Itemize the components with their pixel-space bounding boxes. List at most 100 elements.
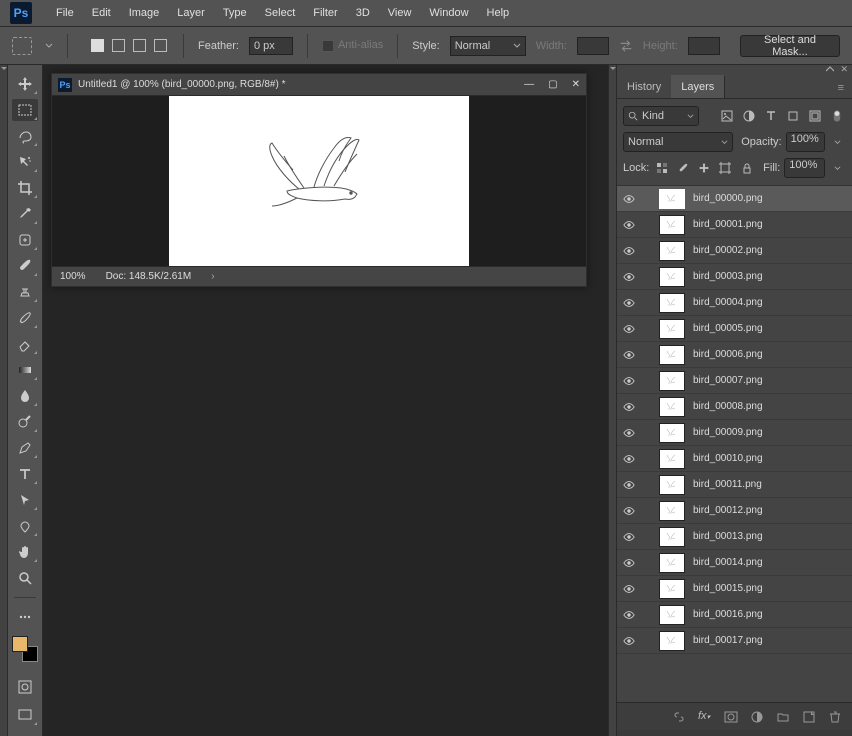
layer-thumbnail[interactable] [659, 631, 685, 651]
feather-input[interactable] [249, 37, 293, 55]
crop-tool[interactable] [12, 177, 38, 199]
new-selection-icon[interactable] [88, 37, 106, 55]
layer-row[interactable]: bird_00000.png [617, 186, 852, 212]
close-button[interactable]: ✕ [572, 79, 580, 90]
select-and-mask-button[interactable]: Select and Mask... [740, 35, 840, 57]
filter-shape-icon[interactable] [784, 107, 802, 125]
menu-filter[interactable]: Filter [313, 7, 337, 19]
layer-name[interactable]: bird_00001.png [693, 219, 763, 230]
visibility-icon[interactable] [623, 297, 635, 309]
visibility-icon[interactable] [623, 609, 635, 621]
menu-edit[interactable]: Edit [92, 7, 111, 19]
lock-all-icon[interactable] [738, 159, 755, 177]
menu-help[interactable]: Help [487, 7, 510, 19]
layer-row[interactable]: bird_00017.png [617, 628, 852, 654]
collapse-panels-icon[interactable] [826, 66, 834, 72]
link-layers-icon[interactable] [672, 710, 686, 724]
visibility-icon[interactable] [623, 635, 635, 647]
visibility-icon[interactable] [623, 375, 635, 387]
layer-thumbnail[interactable] [659, 397, 685, 417]
fx-icon[interactable]: fx▾ [698, 710, 712, 724]
layer-thumbnail[interactable] [659, 293, 685, 313]
layer-name[interactable]: bird_00012.png [693, 505, 763, 516]
layer-thumbnail[interactable] [659, 241, 685, 261]
layer-name[interactable]: bird_00005.png [693, 323, 763, 334]
layer-name[interactable]: bird_00011.png [693, 479, 762, 490]
edit-toolbar-icon[interactable] [12, 606, 38, 628]
filter-type-icon[interactable] [762, 107, 780, 125]
clone-stamp-tool[interactable] [12, 281, 38, 303]
doc-info[interactable]: Doc: 148.5K/2.61M [106, 271, 192, 282]
visibility-icon[interactable] [623, 245, 635, 257]
type-tool[interactable] [12, 463, 38, 485]
subtract-selection-icon[interactable] [130, 37, 148, 55]
visibility-icon[interactable] [623, 427, 635, 439]
layer-thumbnail[interactable] [659, 189, 685, 209]
document-body[interactable] [52, 96, 586, 266]
layer-thumbnail[interactable] [659, 371, 685, 391]
layer-row[interactable]: bird_00008.png [617, 394, 852, 420]
trash-icon[interactable] [828, 710, 842, 724]
visibility-icon[interactable] [623, 401, 635, 413]
layer-name[interactable]: bird_00015.png [693, 583, 763, 594]
panel-menu-icon[interactable]: ≡ [830, 78, 852, 98]
minimize-button[interactable]: — [524, 79, 534, 90]
layer-thumbnail[interactable] [659, 579, 685, 599]
mask-icon[interactable] [724, 710, 738, 724]
layer-row[interactable]: bird_00003.png [617, 264, 852, 290]
layer-row[interactable]: bird_00002.png [617, 238, 852, 264]
quick-select-tool[interactable] [12, 151, 38, 173]
layer-thumbnail[interactable] [659, 319, 685, 339]
layer-thumbnail[interactable] [659, 267, 685, 287]
fill-dropdown-icon[interactable] [829, 159, 846, 177]
layer-name[interactable]: bird_00008.png [693, 401, 763, 412]
healing-brush-tool[interactable] [12, 229, 38, 251]
menu-select[interactable]: Select [265, 7, 296, 19]
blur-tool[interactable] [12, 385, 38, 407]
layer-thumbnail[interactable] [659, 475, 685, 495]
new-layer-icon[interactable] [802, 710, 816, 724]
layer-row[interactable]: bird_00010.png [617, 446, 852, 472]
group-icon[interactable] [776, 710, 790, 724]
menu-window[interactable]: Window [429, 7, 468, 19]
layer-name[interactable]: bird_00013.png [693, 531, 763, 542]
layer-thumbnail[interactable] [659, 423, 685, 443]
layer-name[interactable]: bird_00002.png [693, 245, 763, 256]
menu-view[interactable]: View [388, 7, 412, 19]
visibility-icon[interactable] [623, 557, 635, 569]
layer-name[interactable]: bird_00003.png [693, 271, 763, 282]
visibility-icon[interactable] [623, 479, 635, 491]
layer-name[interactable]: bird_00017.png [693, 635, 763, 646]
layer-name[interactable]: bird_00000.png [693, 193, 763, 204]
layer-name[interactable]: bird_00009.png [693, 427, 763, 438]
layer-row[interactable]: bird_00015.png [617, 576, 852, 602]
layer-row[interactable]: bird_00013.png [617, 524, 852, 550]
color-swatches[interactable] [12, 636, 38, 662]
opacity-dropdown-icon[interactable] [829, 133, 846, 151]
statusbar-arrow-icon[interactable]: › [211, 271, 214, 282]
layer-row[interactable]: bird_00001.png [617, 212, 852, 238]
filter-smart-icon[interactable] [806, 107, 824, 125]
menu-file[interactable]: File [56, 7, 74, 19]
brush-tool[interactable] [12, 255, 38, 277]
menu-layer[interactable]: Layer [177, 7, 205, 19]
layer-name[interactable]: bird_00010.png [693, 453, 763, 464]
blend-mode-select[interactable]: Normal [623, 132, 733, 152]
visibility-icon[interactable] [623, 271, 635, 283]
layer-row[interactable]: bird_00012.png [617, 498, 852, 524]
layer-thumbnail[interactable] [659, 527, 685, 547]
visibility-icon[interactable] [623, 453, 635, 465]
lock-position-icon[interactable] [696, 159, 713, 177]
move-tool[interactable] [12, 73, 38, 95]
layer-thumbnail[interactable] [659, 345, 685, 365]
fill-input[interactable]: 100% [784, 158, 825, 178]
eraser-tool[interactable] [12, 333, 38, 355]
layer-row[interactable]: bird_00005.png [617, 316, 852, 342]
layer-thumbnail[interactable] [659, 605, 685, 625]
swap-icon[interactable] [619, 39, 633, 53]
hand-tool[interactable] [12, 541, 38, 563]
shape-tool[interactable] [12, 515, 38, 537]
filter-toggle-icon[interactable] [828, 107, 846, 125]
marquee-tool[interactable] [12, 99, 38, 121]
visibility-icon[interactable] [623, 349, 635, 361]
